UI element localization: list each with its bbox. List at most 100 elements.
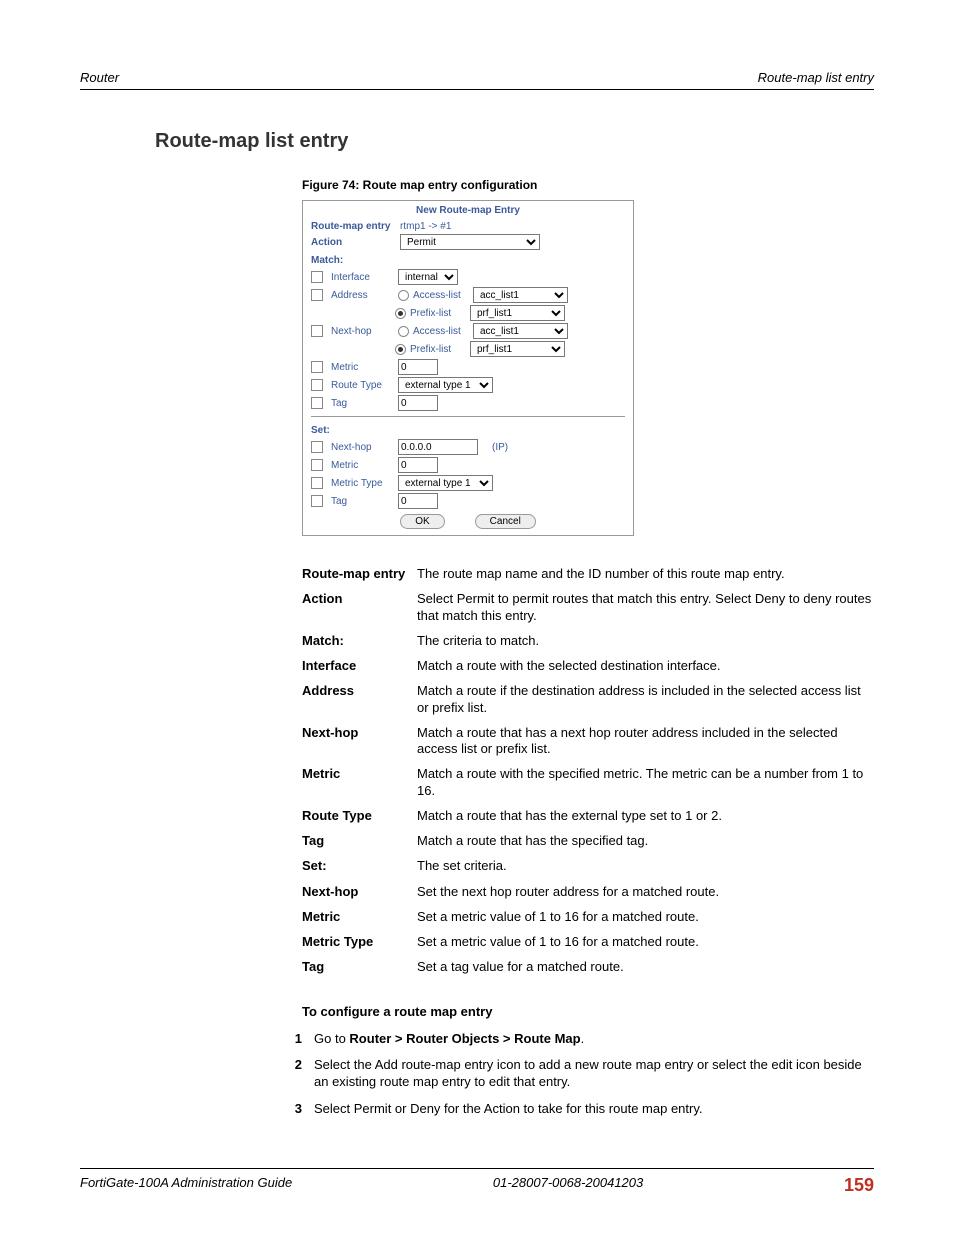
page-number: 159 — [844, 1175, 874, 1196]
dialog-title: New Route-map Entry — [303, 201, 633, 220]
def-desc: Match a route that has the external type… — [417, 808, 874, 824]
footer-left: FortiGate-100A Administration Guide — [80, 1175, 292, 1196]
figure-label: Figure 74: Route map entry configuration — [302, 178, 874, 192]
set-metrictype-checkbox[interactable] — [311, 477, 323, 489]
routetype-checkbox[interactable] — [311, 379, 323, 391]
set-tag-input[interactable] — [398, 493, 438, 509]
nexthop-label: Next-hop — [331, 326, 394, 337]
def-row: Match:The criteria to match. — [302, 633, 874, 649]
def-desc: Match a route with the specified metric.… — [417, 766, 874, 799]
action-select[interactable]: Permit — [400, 234, 540, 250]
nexthop-prefixlist-radio[interactable] — [395, 344, 406, 355]
match-header: Match: — [303, 251, 633, 268]
set-metrictype-label: Metric Type — [331, 478, 394, 489]
set-nexthop-label: Next-hop — [331, 442, 394, 453]
header-right: Route-map list entry — [758, 70, 874, 85]
step-text: Select the Add route-map entry icon to a… — [314, 1057, 874, 1091]
def-term: Action — [302, 591, 417, 624]
action-label: Action — [311, 237, 396, 248]
address-accesslist-select[interactable]: acc_list1 — [473, 287, 568, 303]
entry-value: rtmp1 -> #1 — [400, 221, 451, 232]
step-number: 3 — [270, 1101, 314, 1118]
def-term: Match: — [302, 633, 417, 649]
interface-select[interactable]: internal — [398, 269, 458, 285]
def-row: InterfaceMatch a route with the selected… — [302, 658, 874, 674]
def-term: Tag — [302, 833, 417, 849]
def-term: Metric Type — [302, 934, 417, 950]
def-desc: Match a route if the destination address… — [417, 683, 874, 716]
metric-label: Metric — [331, 362, 394, 373]
step-row: 2Select the Add route-map entry icon to … — [270, 1057, 874, 1091]
entry-label: Route-map entry — [311, 221, 396, 232]
procedure-head: To configure a route map entry — [302, 1004, 874, 1019]
step-row: 1Go to Router > Router Objects > Route M… — [270, 1031, 874, 1048]
def-term: Address — [302, 683, 417, 716]
set-metric-checkbox[interactable] — [311, 459, 323, 471]
section-title: Route-map list entry — [155, 130, 874, 153]
def-desc: The route map name and the ID number of … — [417, 566, 874, 582]
def-row: Route-map entryThe route map name and th… — [302, 566, 874, 582]
running-footer: FortiGate-100A Administration Guide 01-2… — [80, 1168, 874, 1196]
step-number: 2 — [270, 1057, 314, 1091]
address-checkbox[interactable] — [311, 289, 323, 301]
address-accesslist-radio[interactable] — [398, 290, 409, 301]
def-desc: Match a route that has a next hop router… — [417, 725, 874, 758]
def-desc: Set a metric value of 1 to 16 for a matc… — [417, 934, 874, 950]
def-term: Metric — [302, 766, 417, 799]
address-prefixlist-select[interactable]: prf_list1 — [470, 305, 565, 321]
steps-list: 1Go to Router > Router Objects > Route M… — [80, 1031, 874, 1119]
def-term: Metric — [302, 909, 417, 925]
accesslist-label-2: Access-list — [413, 326, 471, 337]
def-row: Metric TypeSet a metric value of 1 to 16… — [302, 934, 874, 950]
def-term: Route-map entry — [302, 566, 417, 582]
cancel-button[interactable]: Cancel — [475, 514, 536, 529]
def-desc: Set the next hop router address for a ma… — [417, 884, 874, 900]
tag-checkbox[interactable] — [311, 397, 323, 409]
def-row: MetricMatch a route with the specified m… — [302, 766, 874, 799]
set-metric-label: Metric — [331, 460, 394, 471]
def-desc: The set criteria. — [417, 858, 874, 874]
routetype-select[interactable]: external type 1 — [398, 377, 493, 393]
tag-label: Tag — [331, 398, 394, 409]
route-map-dialog: New Route-map Entry Route-map entry rtmp… — [302, 200, 634, 536]
ok-button[interactable]: OK — [400, 514, 444, 529]
def-row: Route TypeMatch a route that has the ext… — [302, 808, 874, 824]
ip-hint: (IP) — [492, 442, 508, 453]
def-row: Set:The set criteria. — [302, 858, 874, 874]
set-nexthop-input[interactable] — [398, 439, 478, 455]
prefixlist-label: Prefix-list — [410, 308, 468, 319]
def-row: TagMatch a route that has the specified … — [302, 833, 874, 849]
metric-input[interactable] — [398, 359, 438, 375]
def-term: Route Type — [302, 808, 417, 824]
divider — [311, 416, 625, 417]
def-term: Interface — [302, 658, 417, 674]
definition-list: Route-map entryThe route map name and th… — [302, 566, 874, 976]
def-term: Set: — [302, 858, 417, 874]
def-row: MetricSet a metric value of 1 to 16 for … — [302, 909, 874, 925]
running-header: Router Route-map list entry — [80, 70, 874, 90]
set-metrictype-select[interactable]: external type 1 — [398, 475, 493, 491]
step-text: Select Permit or Deny for the Action to … — [314, 1101, 874, 1118]
def-row: TagSet a tag value for a matched route. — [302, 959, 874, 975]
set-nexthop-checkbox[interactable] — [311, 441, 323, 453]
nexthop-accesslist-select[interactable]: acc_list1 — [473, 323, 568, 339]
set-metric-input[interactable] — [398, 457, 438, 473]
def-row: Next-hopMatch a route that has a next ho… — [302, 725, 874, 758]
tag-input[interactable] — [398, 395, 438, 411]
nexthop-checkbox[interactable] — [311, 325, 323, 337]
def-desc: Select Permit to permit routes that matc… — [417, 591, 874, 624]
prefixlist-label-2: Prefix-list — [410, 344, 468, 355]
address-prefixlist-radio[interactable] — [395, 308, 406, 319]
def-desc: Set a tag value for a matched route. — [417, 959, 874, 975]
def-term: Tag — [302, 959, 417, 975]
set-tag-checkbox[interactable] — [311, 495, 323, 507]
set-tag-label: Tag — [331, 496, 394, 507]
def-row: AddressMatch a route if the destination … — [302, 683, 874, 716]
nexthop-accesslist-radio[interactable] — [398, 326, 409, 337]
interface-checkbox[interactable] — [311, 271, 323, 283]
metric-checkbox[interactable] — [311, 361, 323, 373]
nexthop-prefixlist-select[interactable]: prf_list1 — [470, 341, 565, 357]
step-text: Go to Router > Router Objects > Route Ma… — [314, 1031, 874, 1048]
def-desc: Match a route that has the specified tag… — [417, 833, 874, 849]
interface-label: Interface — [331, 272, 394, 283]
